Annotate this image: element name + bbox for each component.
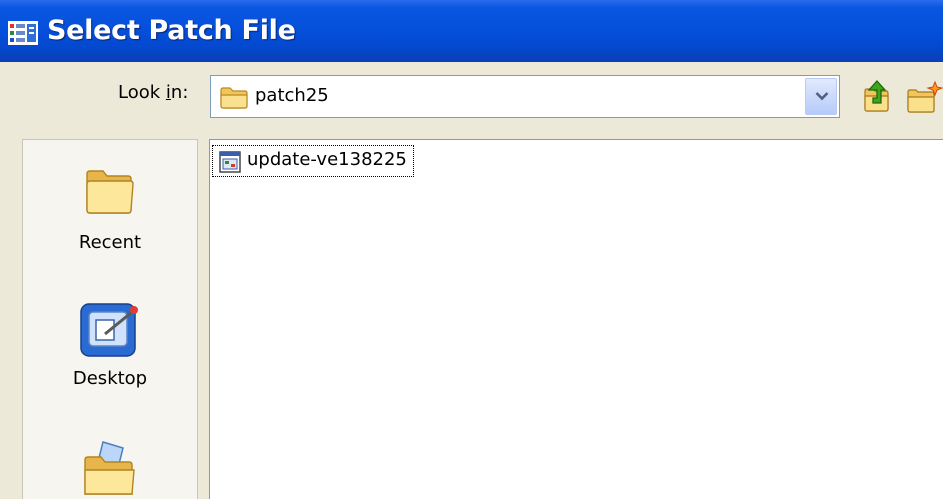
up-one-level-icon[interactable] (862, 79, 892, 113)
places-recent-label: Recent (78, 232, 142, 253)
title-bar[interactable]: Select Patch File (0, 0, 943, 62)
folder-icon (220, 87, 248, 109)
places-my-documents[interactable] (23, 438, 197, 498)
look-in-value: patch25 (255, 85, 329, 106)
chevron-down-icon (815, 92, 829, 101)
recent-folder-icon (86, 170, 134, 214)
list-item[interactable]: update-ve138225 (212, 145, 414, 177)
look-in-label: Look in: (118, 82, 189, 103)
dropdown-button[interactable] (805, 78, 837, 115)
patch-file-icon (219, 151, 241, 173)
app-icon (8, 21, 38, 45)
places-desktop-label: Desktop (72, 368, 148, 389)
places-recent[interactable]: Recent (23, 162, 197, 253)
file-name: update-ve138225 (247, 149, 407, 170)
places-desktop[interactable]: Desktop (23, 298, 197, 389)
file-list[interactable]: update-ve138225 (209, 139, 943, 499)
my-documents-icon (84, 441, 135, 495)
new-folder-icon[interactable] (905, 80, 943, 114)
window-title: Select Patch File (47, 15, 296, 46)
desktop-icon (80, 303, 138, 357)
places-bar: Recent Desktop (22, 139, 198, 499)
look-in-dropdown[interactable]: patch25 (210, 75, 840, 118)
